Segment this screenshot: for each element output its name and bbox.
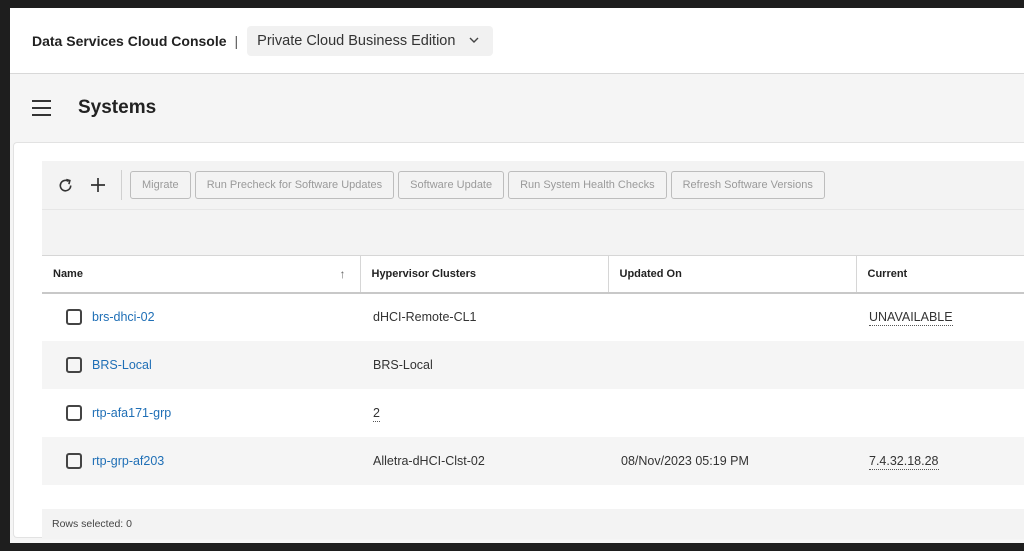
clusters-cell: 2 (360, 388, 608, 437)
add-icon[interactable] (87, 174, 109, 196)
updated-cell: 08/Nov/2023 05:19 PM (608, 436, 856, 485)
column-header-current[interactable]: Current (855, 255, 1024, 294)
row-checkbox[interactable] (66, 356, 82, 373)
toolbar: Migrate Run Precheck for Software Update… (42, 161, 1024, 209)
column-header-name[interactable]: Name ↑ (42, 255, 360, 294)
current-cell (856, 388, 1024, 437)
brand-separator: | (234, 32, 239, 49)
column-header-name-label: Name (53, 267, 83, 280)
systems-table: Name ↑ Hypervisor Clusters Updated On Cu… (42, 255, 1024, 485)
current-cell: 7.4.32.18.28 (856, 436, 1024, 485)
system-name-link[interactable]: brs-dhci-02 (92, 310, 155, 324)
table-header-row: Name ↑ Hypervisor Clusters Updated On Cu… (42, 255, 1024, 294)
table-row: BRS-Local BRS-Local (42, 340, 1024, 389)
system-name-link[interactable]: rtp-afa171-grp (92, 406, 171, 420)
edition-dropdown[interactable]: Private Cloud Business Edition (247, 25, 494, 56)
refresh-software-versions-button[interactable]: Refresh Software Versions (670, 171, 825, 199)
table-row: brs-dhci-02 dHCI-Remote-CL1 UNAVAILABLE (42, 292, 1024, 341)
updated-cell (608, 340, 856, 389)
row-checkbox[interactable] (66, 404, 82, 421)
table-row: rtp-afa171-grp 2 (42, 388, 1024, 437)
run-health-checks-button[interactable]: Run System Health Checks (508, 171, 667, 199)
top-bar: Data Services Cloud Console | Private Cl… (10, 8, 1024, 74)
clusters-cell: BRS-Local (360, 340, 608, 389)
brand-title: Data Services Cloud Console (32, 32, 227, 49)
app-window: Data Services Cloud Console | Private Cl… (10, 8, 1024, 543)
system-name-link[interactable]: rtp-grp-af203 (92, 454, 164, 468)
current-cell (856, 340, 1024, 389)
column-header-clusters[interactable]: Hypervisor Clusters (359, 255, 608, 294)
updated-cell (608, 388, 856, 437)
row-checkbox[interactable] (66, 309, 82, 325)
updated-cell (608, 292, 856, 341)
page-title: Systems (78, 96, 157, 118)
edition-label: Private Cloud Business Edition (257, 32, 456, 49)
table-footer: Rows selected: 0 (42, 509, 1024, 539)
clusters-cell: dHCI-Remote-CL1 (360, 292, 608, 341)
current-version-value[interactable]: 7.4.32.18.28 (869, 453, 939, 470)
row-checkbox[interactable] (66, 452, 82, 469)
chevron-down-icon (469, 35, 479, 46)
software-update-button[interactable]: Software Update (398, 171, 505, 199)
menu-icon[interactable] (32, 99, 51, 116)
filter-area (42, 209, 1024, 256)
clusters-cell: Alletra-dHCI-Clst-02 (360, 436, 608, 485)
toolbar-divider (121, 170, 122, 200)
table-row: rtp-grp-af203 Alletra-dHCI-Clst-02 08/No… (42, 436, 1024, 485)
sort-ascending-icon[interactable]: ↑ (340, 267, 346, 281)
system-name-link[interactable]: BRS-Local (92, 358, 152, 372)
systems-card: Migrate Run Precheck for Software Update… (13, 142, 1024, 539)
rows-selected-text: Rows selected: 0 (52, 518, 132, 530)
current-version-value[interactable]: UNAVAILABLE (869, 310, 953, 326)
column-header-updated[interactable]: Updated On (607, 255, 856, 294)
migrate-button[interactable]: Migrate (130, 171, 191, 199)
current-cell: UNAVAILABLE (856, 292, 1024, 341)
refresh-icon[interactable] (54, 174, 76, 196)
clusters-count-value[interactable]: 2 (373, 405, 380, 422)
title-bar: Systems (10, 74, 1024, 141)
run-precheck-button[interactable]: Run Precheck for Software Updates (194, 171, 395, 199)
